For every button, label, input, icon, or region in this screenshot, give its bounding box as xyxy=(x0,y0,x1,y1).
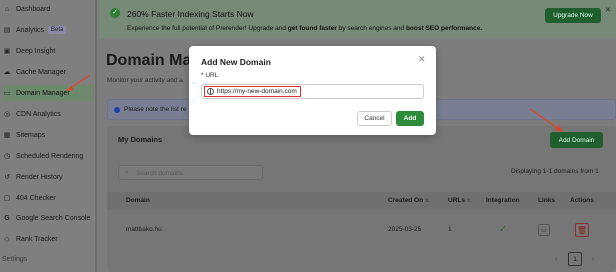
history-icon: ↺ xyxy=(4,174,10,181)
checker-icon: ▢ xyxy=(3,195,11,202)
sidebar-item-label: Cache Manager xyxy=(16,68,66,76)
check-circle-icon: ✓ xyxy=(110,8,120,18)
globe-icon: ◎ xyxy=(3,111,11,118)
check-icon: ✓ xyxy=(499,224,508,235)
sidebar-item-label: Sitemaps xyxy=(16,131,46,139)
sidebar-item-analytics[interactable]: ▤ Analytics Beta xyxy=(3,22,93,38)
banner-subtitle: Experience the full potential of Prerend… xyxy=(127,25,483,32)
sidebar-item-sitemaps[interactable]: ▦ Sitemaps xyxy=(3,127,93,143)
url-value: https://my-new-domain.com xyxy=(217,88,297,95)
trash-icon: 🗑 xyxy=(576,225,588,235)
insight-icon: ▣ xyxy=(3,48,11,55)
sidebar-item-label: Domain Manager xyxy=(16,89,70,97)
modal-title: Add New Domain xyxy=(201,57,271,67)
sidebar: ⌂ Dashboard ▤ Analytics Beta ▣ Deep Insi… xyxy=(0,0,97,272)
notice-text: Please note the list re xyxy=(124,106,187,113)
sidebar-item-label: Rank Tracker xyxy=(16,235,58,243)
close-icon[interactable]: ✕ xyxy=(418,54,426,65)
table-row: mattbako.hu 2025-03-25 1 ✓ ▭ 🗑 xyxy=(107,218,616,242)
cell-domain: mattbako.hu xyxy=(126,226,162,233)
sidebar-item-google-search-console[interactable]: G Google Search Console xyxy=(3,210,93,226)
my-domains-card: My Domains Add Domain ⌕ Search domains D… xyxy=(107,126,616,272)
annotation-arrow xyxy=(66,74,91,91)
sidebar-item-404-checker[interactable]: ▢ 404 Checker xyxy=(3,190,93,206)
sidebar-item-label: Dashboard xyxy=(16,5,51,13)
add-domain-modal: Add New Domain ✕ * URL https://my-new-do… xyxy=(189,46,436,135)
domain-count: Displaying 1-1 domains from 1 xyxy=(511,168,599,175)
sidebar-settings[interactable]: Settings xyxy=(2,256,27,263)
sidebar-item-label: Scheduled Rendering xyxy=(16,152,84,160)
sidebar-item-label: Render History xyxy=(16,173,63,181)
beta-badge: Beta xyxy=(48,26,67,34)
clock-icon: ◷ xyxy=(3,153,11,160)
cloud-icon: ☁ xyxy=(3,69,11,76)
banner-title: 260% Faster Indexing Starts Now xyxy=(127,9,254,19)
search-placeholder: Search domains xyxy=(136,170,183,177)
sidebar-item-render-history[interactable]: ↺ Render History xyxy=(3,169,93,185)
table-header: Domain Created On ⇅ URLs ⇅ Integration Lin… xyxy=(107,192,616,210)
add-button[interactable]: Add xyxy=(396,111,424,126)
sidebar-item-label: CDN Analytics xyxy=(16,110,61,118)
sidebar-item-rank-tracker[interactable]: ◇ Rank Tracker xyxy=(3,231,93,247)
url-label: * URL xyxy=(201,72,219,79)
chevron-left-icon[interactable]: ‹ xyxy=(555,256,557,263)
col-links: Links xyxy=(538,197,555,204)
page-number[interactable]: 1 xyxy=(568,252,582,266)
globe-icon xyxy=(207,88,214,95)
col-actions: Actions xyxy=(570,197,594,204)
links-button[interactable]: ▭ xyxy=(538,224,550,236)
page-subtitle: Monitor your activity and a xyxy=(107,77,183,84)
upgrade-banner: ✓ 260% Faster Indexing Starts Now Experi… xyxy=(99,0,616,38)
search-icon: ⌕ xyxy=(125,169,129,176)
col-urls[interactable]: URLs ⇅ xyxy=(448,197,471,204)
sort-icon: ⇅ xyxy=(466,198,472,204)
google-icon: G xyxy=(4,214,10,222)
card-title: My Domains xyxy=(118,135,163,144)
delete-button[interactable]: 🗑 xyxy=(575,223,589,237)
annotation-arrow xyxy=(529,108,563,132)
main-content: ✓ 260% Faster Indexing Starts Now Experi… xyxy=(99,0,616,272)
sidebar-item-label: Analytics xyxy=(16,26,45,34)
url-input[interactable]: https://my-new-domain.com xyxy=(201,84,424,99)
sidebar-item-deep-insight[interactable]: ▣ Deep Insight xyxy=(3,43,93,59)
search-input[interactable]: ⌕ Search domains xyxy=(118,165,263,180)
sidebar-item-dashboard[interactable]: ⌂ Dashboard xyxy=(3,1,93,17)
sidebar-item-label: 404 Checker xyxy=(16,194,56,202)
chevron-right-icon[interactable]: › xyxy=(592,256,594,263)
cell-created-on: 2025-03-25 xyxy=(388,226,422,233)
analytics-icon: ▤ xyxy=(3,27,11,34)
domain-icon: ▭ xyxy=(3,90,11,97)
url-value-box: https://my-new-domain.com xyxy=(204,86,301,97)
dashboard-icon: ⌂ xyxy=(4,5,10,13)
close-icon[interactable]: ✕ xyxy=(605,6,611,14)
link-icon: ▭ xyxy=(541,227,547,234)
sidebar-item-cdn-analytics[interactable]: ◎ CDN Analytics xyxy=(3,106,93,122)
cancel-button[interactable]: Cancel xyxy=(357,111,392,126)
sort-icon: ⇅ xyxy=(425,198,430,204)
pagination: ‹ 1 › xyxy=(107,250,616,270)
info-icon xyxy=(114,107,120,113)
sidebar-item-label: Google Search Console xyxy=(16,214,91,222)
col-integration: Integration xyxy=(486,197,520,204)
col-domain: Domain xyxy=(126,197,150,204)
col-created-on[interactable]: Created On ⇅ xyxy=(388,197,429,204)
upgrade-now-button[interactable]: Upgrade Now xyxy=(545,8,601,23)
sidebar-item-scheduled-rendering[interactable]: ◷ Scheduled Rendering xyxy=(3,148,93,164)
sidebar-item-label: Deep Insight xyxy=(16,47,56,55)
tag-icon: ◇ xyxy=(4,236,10,243)
cell-urls: 1 xyxy=(448,226,452,233)
sitemap-icon: ▦ xyxy=(3,132,11,139)
add-domain-button[interactable]: Add Domain xyxy=(550,132,603,148)
